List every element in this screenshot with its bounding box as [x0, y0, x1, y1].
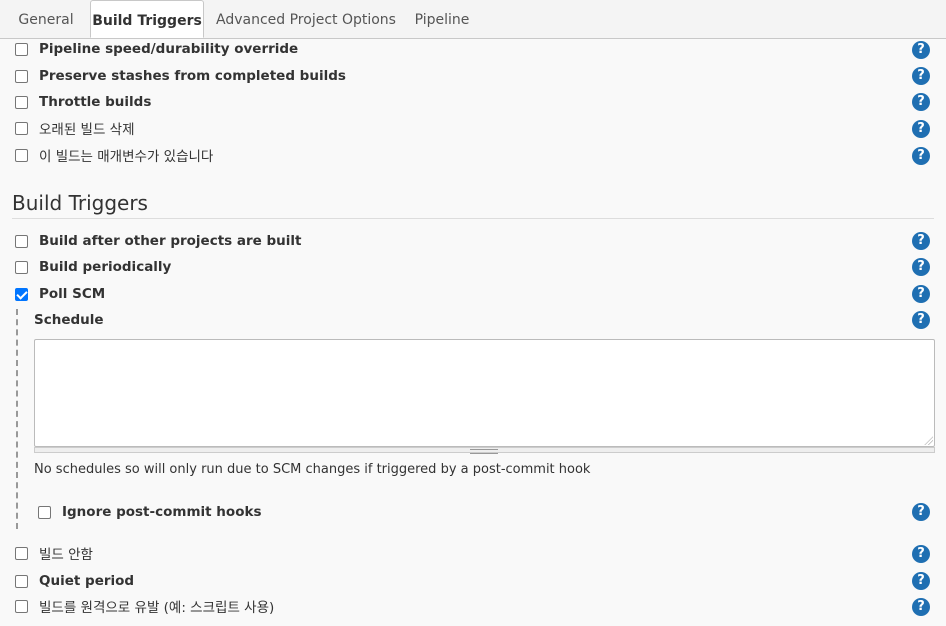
option-label: Pipeline speed/durability override [39, 41, 299, 57]
option-label: 빌드를 원격으로 유발 (예: 스크립트 사용) [39, 600, 275, 616]
option-label: Ignore post-commit hooks [62, 504, 262, 520]
option-label: Preserve stashes from completed builds [39, 68, 346, 84]
trigger-poll-scm[interactable]: Poll SCM [15, 282, 105, 306]
discard-old-builds-checkbox[interactable] [15, 121, 28, 135]
help-icon[interactable]: ? [912, 503, 930, 521]
option-label: 빌드 안함 [39, 547, 93, 563]
nested-block-border [16, 309, 18, 529]
option-label: 이 빌드는 매개변수가 있습니다 [39, 149, 214, 165]
trigger-remote-build[interactable]: 빌드를 원격으로 유발 (예: 스크립트 사용) [15, 594, 274, 618]
option-label: Quiet period [39, 573, 135, 589]
tab-build-triggers[interactable]: Build Triggers [90, 0, 204, 38]
parameterized-checkbox[interactable] [15, 148, 28, 162]
remote-build-checkbox[interactable] [15, 599, 28, 613]
resize-handle-icon[interactable] [924, 436, 933, 445]
help-icon[interactable]: ? [912, 572, 930, 590]
grip-lines-icon [470, 449, 498, 454]
tab-pipeline[interactable]: Pipeline [406, 0, 478, 38]
help-icon[interactable]: ? [912, 41, 930, 59]
pipeline-speed-checkbox[interactable] [15, 42, 28, 56]
ignore-hooks-checkbox[interactable] [38, 505, 51, 519]
tab-advanced-project-options[interactable]: Advanced Project Options [213, 0, 399, 38]
throttle-builds-checkbox[interactable] [15, 95, 28, 109]
disable-build-checkbox[interactable] [15, 546, 28, 560]
help-icon[interactable]: ? [912, 232, 930, 250]
schedule-textarea[interactable] [34, 339, 935, 447]
help-icon[interactable]: ? [912, 285, 930, 303]
help-icon[interactable]: ? [912, 545, 930, 563]
option-parameterized[interactable]: 이 빌드는 매개변수가 있습니다 [15, 143, 213, 167]
option-preserve-stashes[interactable]: Preserve stashes from completed builds [15, 64, 346, 88]
option-discard-old-builds[interactable]: 오래된 빌드 삭제 [15, 116, 135, 140]
tab-general[interactable]: General [10, 0, 82, 38]
help-icon[interactable]: ? [912, 311, 930, 329]
build-periodically-checkbox[interactable] [15, 260, 28, 274]
option-label: Throttle builds [39, 94, 152, 110]
help-icon[interactable]: ? [912, 147, 930, 165]
option-ignore-post-commit-hooks[interactable]: Ignore post-commit hooks [38, 500, 261, 524]
help-icon[interactable]: ? [912, 258, 930, 276]
option-label: Build after other projects are built [39, 233, 302, 249]
help-icon[interactable]: ? [912, 93, 930, 111]
option-label: Poll SCM [39, 286, 106, 302]
trigger-build-periodically[interactable]: Build periodically [15, 255, 171, 279]
build-after-other-checkbox[interactable] [15, 234, 28, 248]
trigger-build-after-other[interactable]: Build after other projects are built [15, 229, 302, 253]
trigger-quiet-period[interactable]: Quiet period [15, 569, 134, 593]
quiet-period-checkbox[interactable] [15, 574, 28, 588]
preserve-stashes-checkbox[interactable] [15, 69, 28, 83]
tab-bar: General Build Triggers Advanced Project … [0, 0, 946, 39]
schedule-label: Schedule [34, 312, 104, 328]
help-icon[interactable]: ? [912, 120, 930, 138]
trigger-disable-build[interactable]: 빌드 안함 [15, 541, 93, 565]
option-pipeline-speed[interactable]: Pipeline speed/durability override [15, 37, 298, 61]
schedule-hint: No schedules so will only run due to SCM… [34, 462, 591, 477]
help-icon[interactable]: ? [912, 67, 930, 85]
section-divider [12, 218, 934, 219]
option-throttle-builds[interactable]: Throttle builds [15, 90, 151, 114]
option-label: Build periodically [39, 259, 172, 275]
section-title: Build Triggers [12, 191, 148, 215]
option-label: 오래된 빌드 삭제 [39, 122, 135, 138]
help-icon[interactable]: ? [912, 598, 930, 616]
poll-scm-checkbox[interactable] [15, 287, 28, 301]
